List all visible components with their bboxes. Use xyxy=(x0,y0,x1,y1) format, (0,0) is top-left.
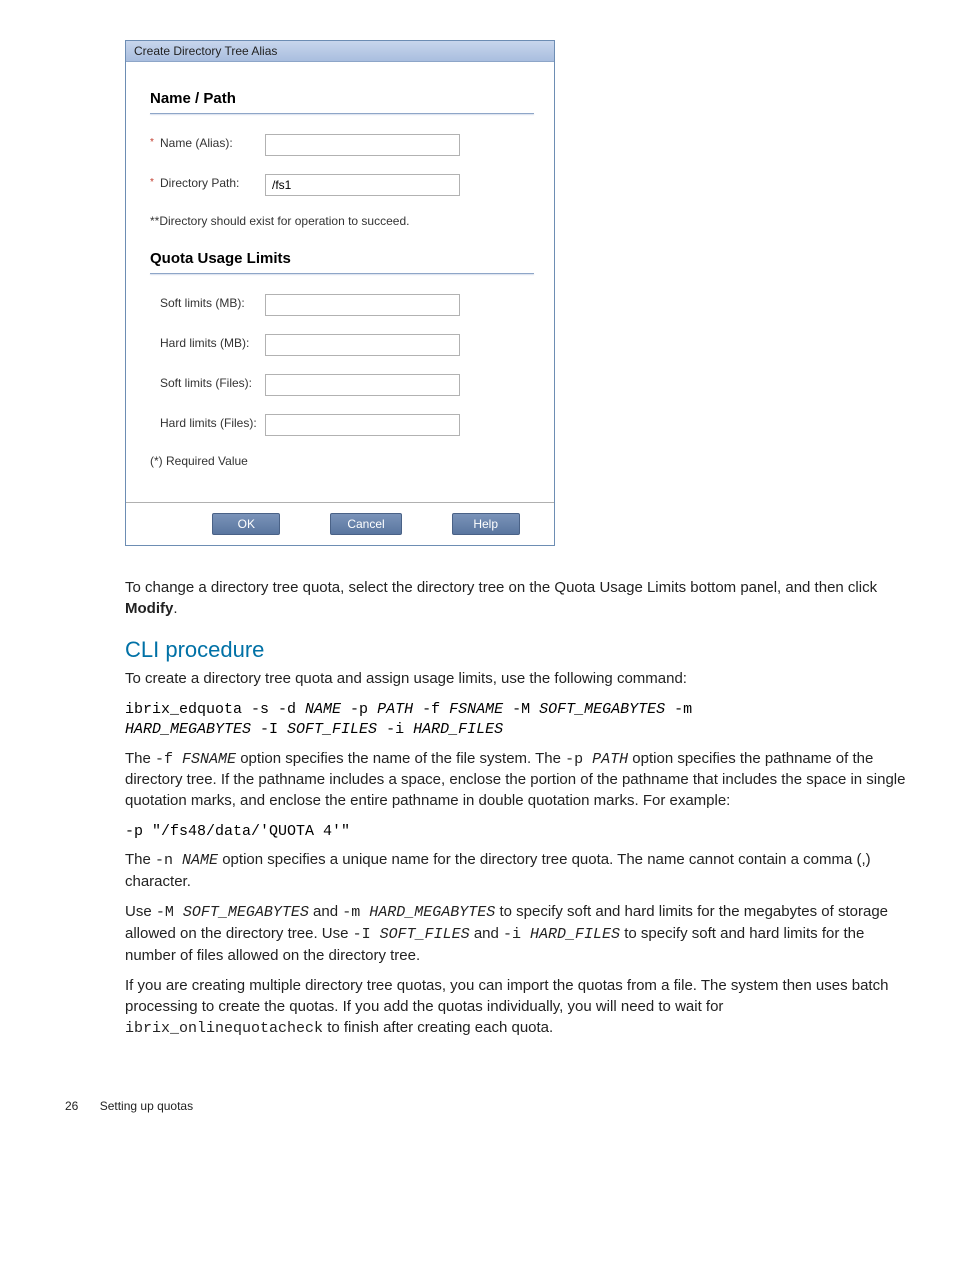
text: . xyxy=(173,600,177,617)
cli-procedure-heading: CLI procedure xyxy=(125,637,914,663)
hard-files-input[interactable] xyxy=(265,414,460,436)
hard-files-label: Hard limits (Files): xyxy=(150,414,265,432)
cli-intro: To create a directory tree quota and ass… xyxy=(125,669,914,690)
page-footer: 26 Setting up quotas xyxy=(65,1099,914,1113)
text: To change a directory tree quota, select… xyxy=(125,579,877,596)
soft-mb-input[interactable] xyxy=(265,294,460,316)
soft-mb-label: Soft limits (MB): xyxy=(150,294,265,312)
page-number: 26 xyxy=(65,1099,78,1113)
dialog-titlebar: Create Directory Tree Alias xyxy=(126,41,554,62)
path-quote-example: -p "/fs48/data/'QUOTA 4'" xyxy=(125,822,914,842)
soft-files-input[interactable] xyxy=(265,374,460,396)
batch-import-explanation: If you are creating multiple directory t… xyxy=(125,976,914,1039)
name-alias-input[interactable] xyxy=(265,134,460,156)
name-option-explanation: The -n NAME option specifies a unique na… xyxy=(125,850,914,892)
name-path-heading: Name / Path xyxy=(150,90,534,107)
edquota-command: ibrix_edquota -s -d NAME -p PATH -f FSNA… xyxy=(125,700,914,741)
required-marker-icon: * xyxy=(150,174,160,192)
quota-heading: Quota Usage Limits xyxy=(150,250,534,267)
help-button[interactable]: Help xyxy=(452,513,520,535)
hard-mb-label: Hard limits (MB): xyxy=(150,334,265,352)
dialog-footer: OK Cancel Help xyxy=(126,502,554,545)
soft-mb-row: Soft limits (MB): xyxy=(150,294,534,316)
soft-files-label: Soft limits (Files): xyxy=(150,374,265,392)
document-page: Create Directory Tree Alias Name / Path … xyxy=(0,0,954,1133)
fsname-path-explanation: The -f FSNAME option specifies the name … xyxy=(125,749,914,812)
divider xyxy=(150,113,534,114)
hard-files-row: Hard limits (Files): xyxy=(150,414,534,436)
soft-files-row: Soft limits (Files): xyxy=(150,374,534,396)
modify-bold: Modify xyxy=(125,600,173,617)
hard-mb-input[interactable] xyxy=(265,334,460,356)
hard-mb-row: Hard limits (MB): xyxy=(150,334,534,356)
name-alias-row: * Name (Alias): xyxy=(150,134,534,156)
dialog-title: Create Directory Tree Alias xyxy=(134,44,277,58)
divider xyxy=(150,273,534,274)
cancel-button[interactable]: Cancel xyxy=(330,513,401,535)
path-hint: **Directory should exist for operation t… xyxy=(150,214,534,228)
section-title: Setting up quotas xyxy=(100,1099,193,1113)
directory-path-label: Directory Path: xyxy=(160,174,265,192)
create-alias-dialog: Create Directory Tree Alias Name / Path … xyxy=(125,40,555,546)
name-alias-label: Name (Alias): xyxy=(160,134,265,152)
required-note: (*) Required Value xyxy=(150,454,534,468)
directory-path-input[interactable] xyxy=(265,174,460,196)
directory-path-row: * Directory Path: xyxy=(150,174,534,196)
limits-explanation: Use -M SOFT_MEGABYTES and -m HARD_MEGABY… xyxy=(125,902,914,966)
ok-button[interactable]: OK xyxy=(212,513,280,535)
dialog-body: Name / Path * Name (Alias): * Directory … xyxy=(126,62,554,502)
required-marker-icon: * xyxy=(150,134,160,152)
modify-instruction: To change a directory tree quota, select… xyxy=(125,578,914,619)
